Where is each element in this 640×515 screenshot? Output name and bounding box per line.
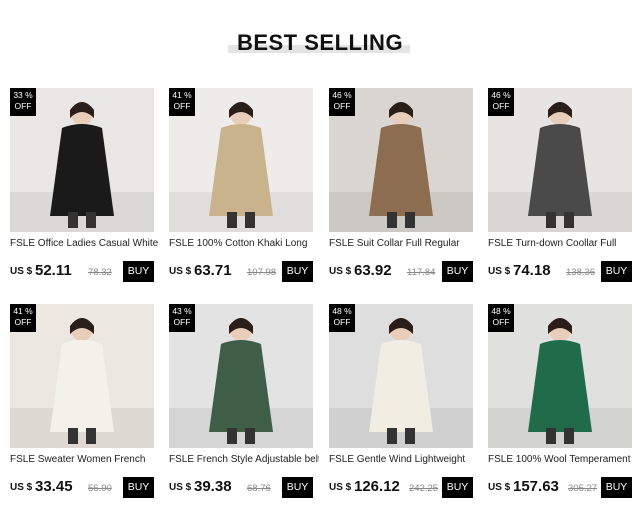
currency-label: US $ — [329, 266, 352, 277]
sale-price: 52.11 — [35, 262, 72, 279]
discount-percent: 43 % — [172, 306, 192, 316]
discount-percent: 41 % — [13, 306, 33, 316]
sale-price: 39.38 — [194, 478, 232, 495]
discount-percent: 48 % — [491, 306, 511, 316]
discount-percent: 33 % — [13, 90, 33, 100]
original-price: 138.36 — [566, 267, 596, 278]
discount-off-label: OFF — [173, 101, 191, 111]
discount-badge: 33 % OFF — [10, 88, 36, 116]
original-price: 117.84 — [407, 267, 436, 278]
price-row: US $ 157.63 305.27 BUY — [488, 477, 632, 499]
original-price: 242.25 — [409, 483, 439, 494]
price-row: US $ 74.18 138.36 BUY — [488, 261, 632, 283]
product-grid: 33 % OFF FSLE Office Ladies Casual White… — [0, 0, 640, 515]
discount-percent: 46 % — [332, 90, 352, 100]
product-image[interactable]: 33 % OFF — [10, 88, 154, 232]
discount-badge: 41 % OFF — [169, 88, 195, 116]
sale-price: 126.12 — [354, 478, 400, 495]
product-image[interactable]: 43 % OFF — [169, 304, 313, 448]
sale-price: 74.18 — [513, 262, 551, 279]
sale-price: 33.45 — [35, 478, 73, 495]
discount-percent: 46 % — [491, 90, 511, 100]
product-image[interactable]: 48 % OFF — [329, 304, 473, 448]
discount-off-label: OFF — [14, 101, 32, 111]
original-price: 305.27 — [568, 483, 598, 494]
price-row: US $ 126.12 242.25 BUY — [329, 477, 473, 499]
discount-badge: 41 % OFF — [10, 304, 36, 332]
discount-badge: 48 % OFF — [329, 304, 355, 332]
buy-button[interactable]: BUY — [123, 261, 154, 282]
product-card[interactable]: 41 % OFF FSLE Sweater Women French US $ … — [10, 304, 154, 504]
product-image[interactable]: 41 % OFF — [169, 88, 313, 232]
product-card[interactable]: 43 % OFF FSLE French Style Adjustable be… — [169, 304, 319, 504]
product-name[interactable]: FSLE 100% Cotton Khaki Long — [169, 238, 319, 249]
currency-label: US $ — [488, 266, 511, 277]
discount-off-label: OFF — [492, 317, 510, 327]
currency-label: US $ — [169, 266, 192, 277]
product-name[interactable]: FSLE 100% Wool Temperament — [488, 454, 638, 465]
currency-label: US $ — [169, 482, 192, 493]
currency-label: US $ — [10, 266, 33, 277]
buy-button[interactable]: BUY — [601, 477, 632, 498]
price-row: US $ 63.92 117.84 BUY — [329, 261, 473, 283]
product-image[interactable]: 46 % OFF — [329, 88, 473, 232]
price-row: US $ 63.71 107.98 BUY — [169, 261, 313, 283]
product-name[interactable]: FSLE French Style Adjustable belt — [169, 454, 319, 465]
product-name[interactable]: FSLE Office Ladies Casual White — [10, 238, 160, 249]
buy-button[interactable]: BUY — [282, 261, 313, 282]
sale-price: 63.92 — [354, 262, 392, 279]
buy-button[interactable]: BUY — [282, 477, 313, 498]
discount-off-label: OFF — [333, 101, 351, 111]
currency-label: US $ — [488, 482, 511, 493]
discount-badge: 48 % OFF — [488, 304, 514, 332]
sale-price: 157.63 — [513, 478, 559, 495]
product-name[interactable]: FSLE Sweater Women French — [10, 454, 160, 465]
product-card[interactable]: 46 % OFF FSLE Suit Collar Full Regular U… — [329, 88, 473, 288]
product-image[interactable]: 46 % OFF — [488, 88, 632, 232]
currency-label: US $ — [329, 482, 352, 493]
product-card[interactable]: 41 % OFF FSLE 100% Cotton Khaki Long US … — [169, 88, 313, 288]
price-row: US $ 33.45 56.90 BUY — [10, 477, 154, 499]
discount-percent: 41 % — [172, 90, 192, 100]
discount-off-label: OFF — [333, 317, 351, 327]
discount-percent: 48 % — [332, 306, 352, 316]
buy-button[interactable]: BUY — [442, 477, 473, 498]
original-price: 107.98 — [247, 267, 277, 278]
buy-button[interactable]: BUY — [123, 477, 154, 498]
product-card[interactable]: 33 % OFF FSLE Office Ladies Casual White… — [10, 88, 158, 288]
product-name[interactable]: FSLE Suit Collar Full Regular — [329, 238, 479, 249]
product-image[interactable]: 41 % OFF — [10, 304, 154, 448]
original-price: 68.76 — [247, 483, 271, 494]
discount-badge: 46 % OFF — [329, 88, 355, 116]
product-image[interactable]: 48 % OFF — [488, 304, 632, 448]
product-name[interactable]: FSLE Gentle Wind Lightweight — [329, 454, 479, 465]
currency-label: US $ — [10, 482, 33, 493]
product-card[interactable]: 48 % OFF FSLE Gentle Wind Lightweight US… — [329, 304, 473, 504]
discount-badge: 46 % OFF — [488, 88, 514, 116]
buy-button[interactable]: BUY — [442, 261, 473, 282]
product-name[interactable]: FSLE Turn-down Coollar Full — [488, 238, 638, 249]
original-price: 56.90 — [88, 483, 112, 494]
discount-off-label: OFF — [14, 317, 32, 327]
buy-button[interactable]: BUY — [601, 261, 632, 282]
product-card[interactable]: 48 % OFF FSLE 100% Wool Temperament US $… — [488, 304, 632, 504]
price-row: US $ 52.11 78.32 BUY — [10, 261, 154, 283]
discount-off-label: OFF — [492, 101, 510, 111]
discount-off-label: OFF — [173, 317, 191, 327]
price-row: US $ 39.38 68.76 BUY — [169, 477, 313, 499]
original-price: 78.32 — [88, 267, 112, 278]
discount-badge: 43 % OFF — [169, 304, 195, 332]
sale-price: 63.71 — [194, 262, 232, 279]
product-card[interactable]: 46 % OFF FSLE Turn-down Coollar Full US … — [488, 88, 632, 288]
